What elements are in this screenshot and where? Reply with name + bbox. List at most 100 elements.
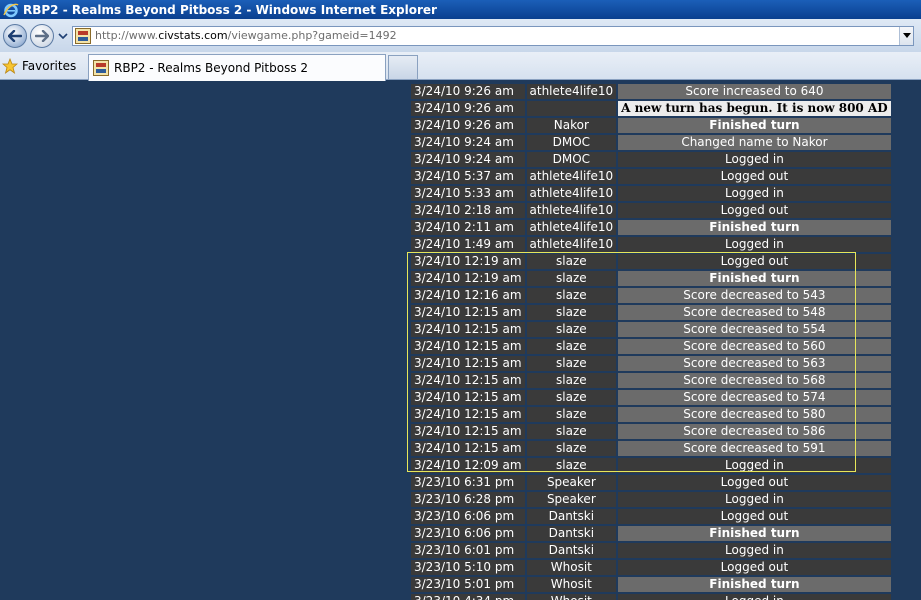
star-icon	[2, 58, 18, 74]
event-date: 3/24/10 12:16 am	[411, 288, 525, 303]
browser-tab[interactable]: RBP2 - Realms Beyond Pitboss 2	[88, 54, 386, 81]
event-description: Logged out	[618, 169, 891, 184]
table-row: 3/24/10 5:33 am athlete4life10 Logged in	[411, 186, 891, 201]
forward-button[interactable]	[30, 23, 54, 48]
table-row: 3/24/10 12:09 am slaze Logged in	[411, 458, 891, 473]
event-player: slaze	[526, 271, 617, 286]
event-date: 3/24/10 12:15 am	[411, 322, 525, 337]
event-date: 3/24/10 12:15 am	[411, 424, 525, 439]
table-row: 3/23/10 6:06 pm Dantski Finished turn	[411, 526, 891, 541]
address-bar[interactable]: http://www.civstats.com/viewgame.php?gam…	[72, 25, 914, 46]
event-description: Finished turn	[618, 220, 891, 235]
event-description: Score decreased to 543	[618, 288, 891, 303]
table-row: 3/24/10 2:11 am athlete4life10 Finished tu…	[411, 220, 891, 235]
table-row: 3/24/10 9:26 am athlete4life10 Score incre…	[411, 84, 891, 99]
event-date: 3/23/10 6:28 pm	[411, 492, 525, 507]
recent-pages-button[interactable]	[57, 30, 69, 42]
event-date: 3/23/10 6:31 pm	[411, 475, 525, 490]
event-date: 3/24/10 9:26 am	[411, 118, 525, 133]
table-row: 3/23/10 6:06 pm Dantski Logged out	[411, 509, 891, 524]
event-description: Score decreased to 574	[618, 390, 891, 405]
event-date: 3/24/10 9:24 am	[411, 135, 525, 150]
site-favicon	[75, 27, 91, 44]
event-player: slaze	[526, 288, 617, 303]
event-player: athlete4life10	[526, 186, 617, 201]
event-player: athlete4life10	[526, 203, 617, 218]
tab-favicon	[93, 60, 109, 76]
window-title: RBP2 - Realms Beyond Pitboss 2 - Windows…	[23, 2, 437, 17]
event-log-table: 3/24/10 9:26 am athlete4life10 Score incre…	[409, 82, 893, 600]
event-description: Score increased to 640	[618, 84, 891, 99]
favorites-label: Favorites	[22, 59, 77, 73]
chevron-down-icon	[902, 33, 911, 38]
table-row: 3/24/10 12:15 am slaze Score decreased to …	[411, 424, 891, 439]
event-player: Whosit	[526, 560, 617, 575]
event-description: Logged in	[618, 594, 891, 600]
address-dropdown-button[interactable]	[899, 26, 913, 45]
event-player: Dantski	[526, 509, 617, 524]
favorites-button[interactable]: Favorites	[2, 56, 76, 76]
event-date: 3/24/10 12:19 am	[411, 271, 525, 286]
event-date: 3/24/10 5:33 am	[411, 186, 525, 201]
event-date: 3/24/10 12:15 am	[411, 373, 525, 388]
table-row: 3/24/10 9:26 am A new turn has begun. It …	[411, 101, 891, 116]
back-button[interactable]	[3, 23, 27, 48]
event-description: Finished turn	[618, 118, 891, 133]
event-description: Score decreased to 591	[618, 441, 891, 456]
table-row: 3/24/10 12:15 am slaze Score decreased to …	[411, 305, 891, 320]
table-row: 3/23/10 4:34 pmWhositLogged in	[411, 594, 891, 600]
event-date: 3/24/10 12:15 am	[411, 305, 525, 320]
event-player: athlete4life10	[526, 220, 617, 235]
event-player: athlete4life10	[526, 84, 617, 99]
event-player: slaze	[526, 356, 617, 371]
event-description: Score decreased to 568	[618, 373, 891, 388]
event-date: 3/23/10 5:10 pm	[411, 560, 525, 575]
event-description: Score decreased to 563	[618, 356, 891, 371]
address-url[interactable]: http://www.civstats.com/viewgame.php?gam…	[95, 29, 397, 42]
event-description: Score decreased to 580	[618, 407, 891, 422]
event-player: slaze	[526, 305, 617, 320]
event-date: 3/24/10 5:37 am	[411, 169, 525, 184]
event-description: Score decreased to 554	[618, 322, 891, 337]
table-row: 3/24/10 12:15 am slaze Score decreased to …	[411, 339, 891, 354]
table-row: 3/24/10 12:15 am slaze Score decreased to …	[411, 356, 891, 371]
table-row: 3/24/10 2:18 am athlete4life10 Logged out	[411, 203, 891, 218]
favorites-bar: Favorites RBP2 - Realms Beyond Pitboss 2	[0, 52, 921, 81]
event-description: Logged out	[618, 475, 891, 490]
event-date: 3/24/10 12:15 am	[411, 356, 525, 371]
forward-arrow-icon	[35, 29, 49, 42]
event-date: 3/24/10 12:09 am	[411, 458, 525, 473]
event-description: Finished turn	[618, 526, 891, 541]
event-date: 3/24/10 9:26 am	[411, 84, 525, 99]
event-date: 3/24/10 2:18 am	[411, 203, 525, 218]
table-row: 3/24/10 12:15 am slaze Score decreased to …	[411, 373, 891, 388]
event-player: athlete4life10	[526, 169, 617, 184]
event-date: 3/23/10 6:06 pm	[411, 509, 525, 524]
table-row: 3/23/10 6:31 pm Speaker Logged out	[411, 475, 891, 490]
event-description: Logged out	[618, 509, 891, 524]
event-date: 3/24/10 2:11 am	[411, 220, 525, 235]
window-titlebar: RBP2 - Realms Beyond Pitboss 2 - Windows…	[0, 0, 921, 19]
table-row: 3/24/10 1:49 am athlete4life10 Logged in	[411, 237, 891, 252]
event-player: slaze	[526, 322, 617, 337]
new-tab-button[interactable]	[388, 55, 418, 79]
event-player: Whosit	[526, 594, 617, 600]
event-description: Changed name to Nakor	[618, 135, 891, 150]
table-row: 3/24/10 12:15 am slaze Score decreased to …	[411, 390, 891, 405]
table-row: 3/24/10 9:24 am DMOC Logged in	[411, 152, 891, 167]
table-row: 3/23/10 6:01 pm Dantski Logged in	[411, 543, 891, 558]
event-date: 3/23/10 6:06 pm	[411, 526, 525, 541]
address-toolbar: http://www.civstats.com/viewgame.php?gam…	[0, 19, 921, 52]
event-player: slaze	[526, 254, 617, 269]
table-row: 3/23/10 5:10 pm Whosit Logged out	[411, 560, 891, 575]
table-row: 3/24/10 12:19 am slaze Logged out	[411, 254, 891, 269]
chevron-down-icon	[58, 32, 68, 39]
event-description: Finished turn	[618, 577, 891, 592]
address-url-path: /viewgame.php?gameid=1492	[227, 29, 397, 42]
event-player: Dantski	[526, 526, 617, 541]
address-url-prefix: http://www.	[95, 29, 159, 42]
event-description: Logged in	[618, 543, 891, 558]
table-row: 3/23/10 6:28 pm Speaker Logged in	[411, 492, 891, 507]
event-player: Dantski	[526, 543, 617, 558]
event-description: Logged in	[618, 458, 891, 473]
